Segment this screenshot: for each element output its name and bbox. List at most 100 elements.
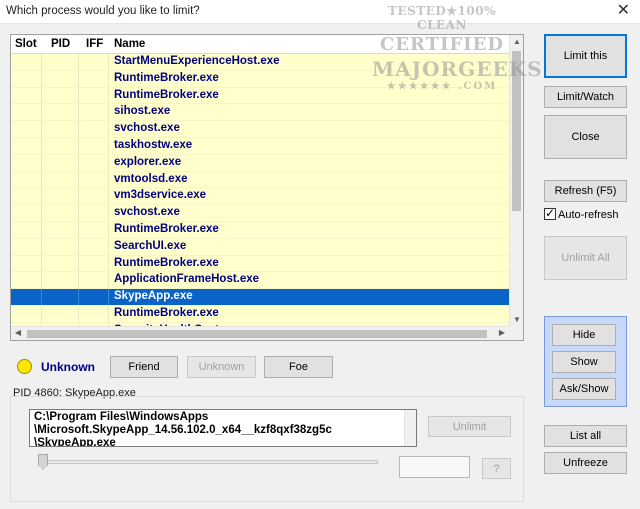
row-cell [79,171,109,188]
row-cell [11,306,42,322]
foe-button[interactable]: Foe [264,356,333,378]
process-name: RuntimeBroker.exe [114,71,219,84]
row-cell [79,188,109,205]
process-row[interactable]: vmtoolsd.exe [11,171,509,189]
process-name: SkypeApp.exe [114,290,193,303]
show-button[interactable]: Show [552,351,616,373]
auto-refresh-checkbox[interactable]: ✓ [544,206,556,220]
row-cell [42,205,79,221]
scroll-left-icon[interactable]: ◀ [11,328,25,337]
path-line: \SkypeApp.exe [34,437,116,447]
row-cell [42,54,79,70]
process-row[interactable]: SearchUI.exe [11,238,509,256]
process-row[interactable]: vm3dservice.exe [11,188,509,206]
row-cell [79,205,109,221]
friend-button[interactable]: Friend [110,356,178,378]
column-pid[interactable]: PID [51,38,70,50]
scroll-right-icon[interactable]: ▶ [495,328,509,337]
row-cell [79,54,109,70]
path-scrollbar[interactable] [404,410,416,446]
majorgeeks-watermark: TESTED★100% CLEAN CERTIFIED MAJORGEEKS ★… [372,4,543,92]
column-name[interactable]: Name [114,38,145,50]
help-button[interactable]: ? [482,458,511,479]
process-row[interactable]: sihost.exe [11,104,509,122]
process-name: explorer.exe [114,155,182,168]
row-cell [42,121,79,137]
row-cell [11,87,42,104]
row-cell [79,138,109,154]
process-name: svchost.exe [114,122,180,135]
row-cell [11,222,42,238]
process-path-field[interactable]: C:\Program Files\WindowsApps \Microsoft.… [29,409,417,447]
row-cell [11,188,42,205]
hide-button[interactable]: Hide [552,324,616,346]
row-cell [42,154,79,171]
horizontal-scroll-thumb[interactable] [27,330,487,338]
process-row[interactable]: RuntimeBroker.exe [11,306,509,323]
limit-this-button[interactable]: Limit this [544,34,627,78]
scroll-up-icon[interactable]: ▲ [510,37,523,46]
process-name: vm3dservice.exe [114,189,207,202]
process-row[interactable]: svchost.exe [11,121,509,138]
row-cell [42,104,79,121]
process-row[interactable]: explorer.exe [11,154,509,172]
limit-slider-track[interactable] [40,460,378,464]
row-cell [11,205,42,221]
row-cell [11,121,42,137]
process-name: ApplicationFrameHost.exe [114,273,260,286]
process-name: sihost.exe [114,105,171,118]
row-cell [11,104,42,121]
path-line: \Microsoft.SkypeApp_14.56.102.0_x64__kzf… [34,424,332,436]
refresh-button[interactable]: Refresh (F5) [544,180,627,202]
window-title: Which process would you like to limit? [6,5,200,17]
row-cell [11,154,42,171]
row-cell [42,171,79,188]
horizontal-scrollbar[interactable]: ◀ ▶ [11,326,509,340]
process-row[interactable]: svchost.exe [11,205,509,222]
column-iff[interactable]: IFF [86,38,103,50]
unlimit-button[interactable]: Unlimit [428,416,511,437]
row-cell [79,255,109,272]
scroll-corner [509,326,523,340]
process-name: RuntimeBroker.exe [114,256,219,269]
close-icon[interactable]: ✕ [617,2,630,20]
unlimit-all-button[interactable]: Unlimit All [544,236,627,280]
close-button[interactable]: Close [544,115,627,159]
row-cell [79,238,109,255]
process-row[interactable]: RuntimeBroker.exe [11,255,509,273]
column-slot[interactable]: Slot [15,38,37,50]
list-rows: StartMenuExperienceHost.exe RuntimeBroker… [11,54,509,326]
row-cell [79,154,109,171]
ask-show-button[interactable]: Ask/Show [552,378,616,400]
row-cell [79,272,109,289]
row-cell [11,238,42,255]
unfreeze-button[interactable]: Unfreeze [544,452,627,474]
process-name: StartMenuExperienceHost.exe [114,55,280,67]
limit-value-field[interactable] [399,456,470,478]
row-cell [11,70,42,87]
row-cell [42,255,79,272]
row-cell [42,272,79,289]
row-cell [42,222,79,238]
title-bar: Which process would you like to limit? ✕ [0,0,640,24]
path-line: C:\Program Files\WindowsApps [34,411,209,423]
process-name: vmtoolsd.exe [114,172,188,185]
scroll-down-icon[interactable]: ▼ [510,315,523,324]
row-cell [42,306,79,322]
row-cell [11,138,42,154]
process-row[interactable]: SkypeApp.exe [11,289,509,306]
unknown-button[interactable]: Unknown [187,356,256,378]
process-name: RuntimeBroker.exe [114,223,219,235]
process-row[interactable]: RuntimeBroker.exe [11,222,509,239]
row-cell [11,272,42,289]
row-cell [79,222,109,238]
checkmark-icon: ✓ [545,206,556,220]
limit-watch-button[interactable]: Limit/Watch [544,86,627,108]
list-all-button[interactable]: List all [544,425,627,447]
row-cell [11,289,42,305]
row-cell [79,121,109,137]
row-cell [42,188,79,205]
row-cell [11,54,42,70]
process-row[interactable]: taskhostw.exe [11,138,509,155]
process-row[interactable]: ApplicationFrameHost.exe [11,272,509,290]
